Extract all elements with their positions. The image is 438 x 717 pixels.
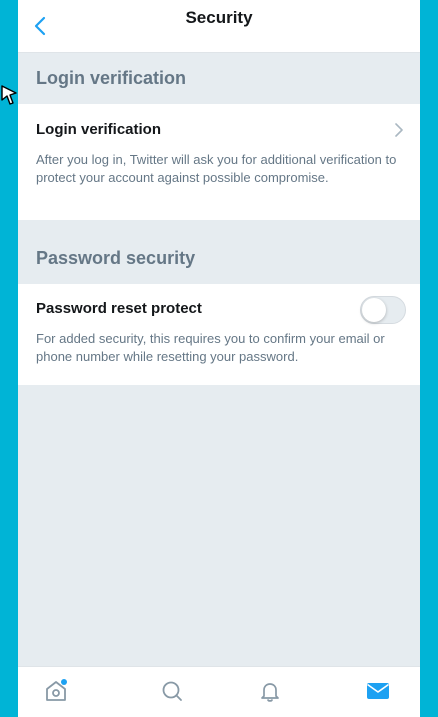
chevron-right-icon [395,123,403,137]
row-title: Password reset protect [36,300,202,317]
section-header-login-verification: Login verification [18,53,420,104]
tab-home[interactable] [40,675,72,707]
messages-icon [367,683,389,699]
password-reset-protect-toggle[interactable] [360,296,406,324]
login-verification-row[interactable]: Login verification After you log in, Twi… [18,104,420,220]
row-title: Login verification [36,121,162,138]
row-description: After you log in, Twitter will ask you f… [36,152,397,185]
tab-bar [18,666,420,717]
section-heading: Password security [36,248,196,268]
mouse-cursor-icon [1,85,17,105]
password-reset-protect-row: Password reset protect For added securit… [18,284,420,385]
section-header-password-security: Password security [18,220,420,284]
section-heading: Login verification [36,68,187,88]
row-description: For added security, this requires you to… [36,331,385,364]
page-title: Security [185,8,253,27]
notifications-icon [261,683,279,702]
home-icon [46,679,67,701]
tab-search[interactable] [156,675,188,707]
phone-screen: Security Login verification Login verifi… [18,0,420,717]
toggle-knob [362,298,386,322]
search-icon [162,681,182,701]
tab-notifications[interactable] [254,675,286,707]
nav-header: Security [18,0,420,53]
tab-messages[interactable] [362,675,394,707]
